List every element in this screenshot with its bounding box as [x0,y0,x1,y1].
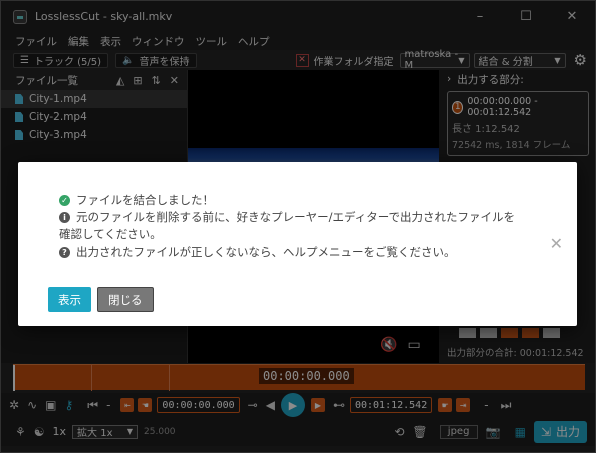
dialog-info-line: i 元のファイルを削除する前に、好きなプレーヤー/エディターで出力されたファイル… [59,209,515,225]
dialog-info-line-cont: 確認してください。 [59,226,162,242]
dialog-line1: ファイルを結合しました！ [76,193,214,207]
question-icon: ? [59,246,70,258]
info-icon: i [59,211,70,223]
check-icon: ✓ [59,194,70,206]
dialog-line2b: 確認してください。 [59,227,162,241]
dialog-success-line: ✓ ファイルを結合しました！ [59,192,214,208]
dialog-line3: 出力されたファイルが正しくないなら、ヘルプメニューをご覧ください。 [76,245,456,259]
dialog-help-line: ? 出力されたファイルが正しくないなら、ヘルプメニューをご覧ください。 [59,244,456,260]
close-icon[interactable]: ✕ [550,234,563,253]
merge-complete-dialog: ✓ ファイルを結合しました！ i 元のファイルを削除する前に、好きなプレーヤー/… [18,162,577,326]
close-button[interactable]: 閉じる [97,287,154,312]
dialog-line2a: 元のファイルを削除する前に、好きなプレーヤー/エディターで出力されたファイルを [76,210,516,224]
show-button[interactable]: 表示 [48,287,91,312]
